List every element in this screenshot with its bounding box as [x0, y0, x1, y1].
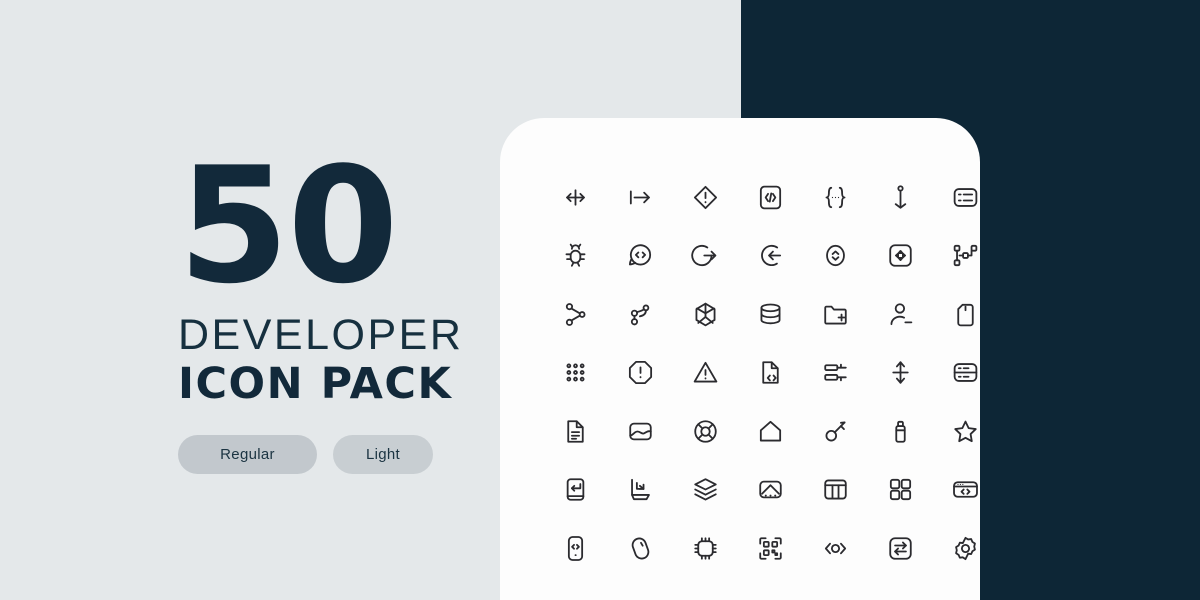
settings-gear-icon[interactable]	[936, 519, 980, 577]
git-merge-icon[interactable]	[546, 285, 604, 343]
fullscreen-frame-icon[interactable]	[871, 227, 929, 285]
database-icon[interactable]	[741, 285, 799, 343]
icon-showcase-card	[500, 118, 980, 600]
filter-bars-icon[interactable]	[806, 344, 864, 402]
folder-add-icon[interactable]	[806, 285, 864, 343]
usb-drive-icon[interactable]	[871, 402, 929, 460]
cube-icon[interactable]	[676, 285, 734, 343]
code-window-icon[interactable]	[936, 461, 980, 519]
pack-count: 50	[178, 132, 399, 319]
upload-panel-icon[interactable]	[741, 461, 799, 519]
icon-grid	[546, 168, 980, 578]
qr-code-icon[interactable]	[741, 519, 799, 577]
enter-key-icon[interactable]	[546, 461, 604, 519]
code-chat-bubble-icon[interactable]	[611, 227, 669, 285]
git-branch-icon[interactable]	[611, 285, 669, 343]
columns-layout-icon[interactable]	[806, 461, 864, 519]
sitemap-icon[interactable]	[936, 227, 980, 285]
home-icon[interactable]	[741, 402, 799, 460]
alert-diamond-icon[interactable]	[676, 168, 734, 226]
arrows-horizontal-icon[interactable]	[546, 168, 604, 226]
user-remove-icon[interactable]	[871, 285, 929, 343]
curly-braces-icon[interactable]	[806, 168, 864, 226]
arrows-vertical-icon[interactable]	[871, 344, 929, 402]
mobile-code-icon[interactable]	[546, 519, 604, 577]
swap-arrows-icon[interactable]	[871, 519, 929, 577]
code-circle-icon[interactable]	[806, 519, 864, 577]
dots-grid-icon[interactable]	[546, 344, 604, 402]
login-icon[interactable]	[741, 227, 799, 285]
bug-icon[interactable]	[546, 227, 604, 285]
anchor-icon[interactable]	[871, 168, 929, 226]
poster-canvas: 50 DEVELOPER ICON PACK Regular Light	[0, 0, 1200, 600]
layers-icon[interactable]	[676, 461, 734, 519]
mouse-icon[interactable]	[611, 519, 669, 577]
hero-title-icon-pack: ICON PACK	[178, 359, 453, 410]
logout-icon[interactable]	[676, 227, 734, 285]
import-download-icon[interactable]	[611, 461, 669, 519]
server-icon[interactable]	[936, 344, 980, 402]
cpu-chip-icon[interactable]	[676, 519, 734, 577]
sd-card-icon[interactable]	[936, 285, 980, 343]
sort-circle-icon[interactable]	[806, 227, 864, 285]
document-icon[interactable]	[546, 402, 604, 460]
image-icon[interactable]	[611, 402, 669, 460]
arrow-to-line-icon[interactable]	[611, 168, 669, 226]
warning-triangle-icon[interactable]	[676, 344, 734, 402]
key-icon[interactable]	[806, 402, 864, 460]
octagon-alert-icon[interactable]	[611, 344, 669, 402]
code-square-icon[interactable]	[741, 168, 799, 226]
hero-subtitle-developer: DEVELOPER	[178, 311, 464, 359]
weight-regular-button[interactable]: Regular	[178, 434, 317, 474]
weight-toggle-group: Regular Light	[178, 434, 478, 474]
file-code-icon[interactable]	[741, 344, 799, 402]
grid-four-icon[interactable]	[871, 461, 929, 519]
star-icon[interactable]	[936, 402, 980, 460]
list-panel-icon[interactable]	[936, 168, 980, 226]
lifebuoy-icon[interactable]	[676, 402, 734, 460]
hero-text-block: 50 DEVELOPER ICON PACK Regular Light	[178, 132, 478, 474]
weight-light-button[interactable]: Light	[333, 434, 433, 474]
